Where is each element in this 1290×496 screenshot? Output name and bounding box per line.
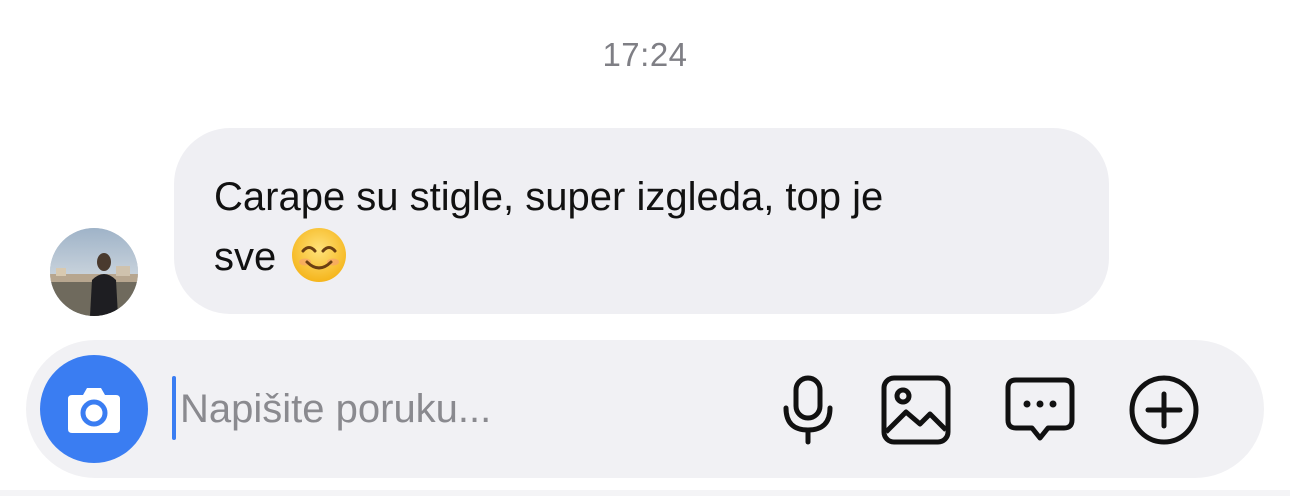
text-caret — [172, 376, 176, 440]
voice-message-button[interactable] — [770, 372, 846, 448]
chat-bubble-icon — [1005, 377, 1075, 441]
avatar-photo — [50, 228, 138, 316]
chat-options-button[interactable] — [1002, 372, 1078, 448]
message-text: Carape su stigle, super izgleda, top je … — [214, 168, 1069, 286]
microphone-icon — [783, 375, 833, 445]
avatar[interactable] — [50, 228, 138, 316]
incoming-message-bubble[interactable]: Carape su stigle, super izgleda, top je … — [174, 128, 1109, 314]
message-input[interactable] — [180, 370, 740, 448]
plus-circle-icon — [1129, 375, 1199, 445]
camera-icon — [68, 388, 120, 433]
message-composer — [26, 340, 1264, 478]
message-line-1: Carape su stigle, super izgleda, top je — [214, 175, 884, 219]
gallery-button[interactable] — [878, 372, 954, 448]
image-icon — [881, 375, 951, 445]
chat-screen: 17:24 Carape su stigle, super izgleda, t… — [0, 0, 1290, 496]
smiling-face-emoji-icon — [290, 226, 348, 284]
message-line-2: sve — [214, 235, 277, 279]
camera-button[interactable] — [40, 355, 148, 463]
bottom-divider — [0, 490, 1290, 496]
message-timestamp: 17:24 — [602, 36, 688, 73]
add-button[interactable] — [1126, 372, 1202, 448]
